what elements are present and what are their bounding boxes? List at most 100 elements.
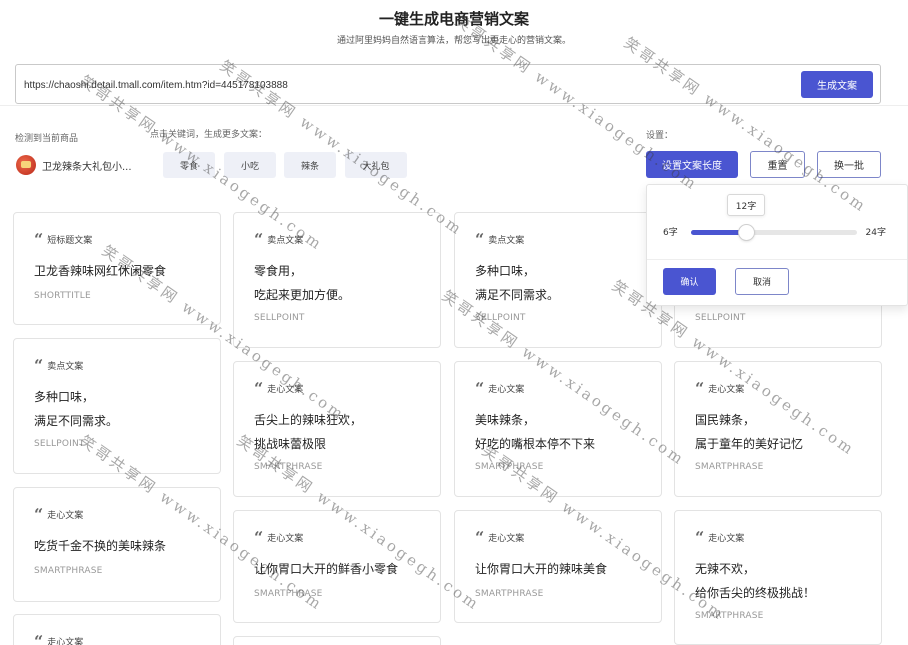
popover-divider	[647, 259, 907, 260]
card-type-tag: “ 走心文案	[475, 527, 525, 547]
card-type-label: 短标题文案	[47, 236, 93, 246]
card-code: SMARTPHRASE	[475, 462, 544, 472]
copy-card[interactable]: “ 走心文案 美味辣条， 好吃的嘴根本停不下来 SMARTPHRASE	[454, 361, 662, 497]
card-text: 让你胃口大开的辣味美食	[475, 562, 608, 576]
quote-icon: “	[475, 229, 484, 249]
card-code: SELLPOINT	[695, 313, 746, 323]
url-input[interactable]	[24, 77, 724, 93]
card-type-label: 走心文案	[488, 385, 525, 395]
card-type-label: 走心文案	[267, 385, 304, 395]
cancel-button[interactable]: 取消	[735, 268, 789, 295]
card-type-label: 走心文案	[47, 511, 84, 521]
url-bar: 生成文案	[15, 64, 881, 104]
card-code: SELLPOINT	[475, 313, 526, 323]
card-type-tag: “ 走心文案	[254, 378, 304, 398]
length-settings-popover: 12字 6字 24字 确认 取消	[646, 184, 908, 306]
reset-button[interactable]: 重置	[750, 151, 805, 178]
page-title: 一键生成电商营销文案	[378, 10, 529, 28]
quote-icon: “	[475, 527, 484, 547]
card-type-tag: “ 走心文案	[34, 504, 84, 524]
card-text: 舌尖上的辣味狂欢， 挑战味蕾极限	[254, 413, 363, 451]
card-type-tag: “ 走心文案	[34, 631, 84, 645]
keyword-tag-spicy-strips[interactable]: 辣条	[284, 152, 336, 178]
copy-card[interactable]: “ 走心文案 国民辣条， 属于童年的美好记忆 SMARTPHRASE	[674, 361, 882, 497]
card-text: 让你胃口大开的鲜香小零食	[254, 562, 399, 576]
card-type-tag: “ 走心文案	[695, 378, 745, 398]
card-text: 无辣不欢， 给你舌尖的终极挑战！	[695, 562, 816, 600]
copy-card[interactable]: “ 卖点文案 多种口味， 满足不同需求。 SELLPOINT	[454, 212, 662, 348]
slider-thumb[interactable]	[738, 224, 756, 241]
keyword-tag-gift-pack[interactable]: 大礼包	[345, 152, 407, 178]
card-text: 多种口味， 满足不同需求。	[475, 264, 560, 302]
card-code: SMARTPHRASE	[254, 462, 323, 472]
card-type-tag: “ 走心文案	[254, 527, 304, 547]
card-type-tag: “ 走心文案	[475, 378, 525, 398]
card-type-tag: “ 卖点文案	[475, 229, 525, 249]
card-text: 美味辣条， 好吃的嘴根本停不下来	[475, 413, 596, 451]
refresh-batch-button[interactable]: 换一批	[817, 151, 881, 178]
card-code: SHORTTITLE	[34, 291, 91, 301]
card-text: 吃货千金不换的美味辣条	[34, 539, 167, 553]
quote-icon: “	[695, 378, 704, 398]
header-divider	[0, 105, 908, 106]
product-thumbnail	[16, 155, 36, 175]
card-type-label: 走心文案	[267, 534, 304, 544]
card-text: 国民辣条， 属于童年的美好记忆	[695, 413, 804, 451]
card-code: SMARTPHRASE	[475, 589, 544, 599]
card-text: 卫龙香辣味网红休闲零食	[34, 264, 167, 278]
card-text: 零食用， 吃起来更加方便。	[254, 264, 351, 302]
card-code: SMARTPHRASE	[695, 462, 764, 472]
slider-value-tooltip: 12字	[727, 194, 765, 216]
copy-card[interactable]: “ 走心文案 舌尖上的辣味狂欢， 挑战味蕾极限 SMARTPHRASE	[233, 361, 441, 497]
page-subtitle: 通过阿里妈妈自然语言算法，帮您写出更走心的营销文案。	[336, 36, 571, 46]
quote-icon: “	[254, 378, 263, 398]
copy-card[interactable]: “ 走心文案	[13, 614, 221, 645]
settings-label: 设置：	[646, 131, 674, 141]
card-type-label: 卖点文案	[47, 362, 84, 372]
quote-icon: “	[254, 527, 263, 547]
copy-card[interactable]: “ 卖点文案 零食用， 吃起来更加方便。 SELLPOINT	[233, 212, 441, 348]
quote-icon: “	[34, 631, 43, 645]
generate-button[interactable]: 生成文案	[801, 71, 873, 98]
card-code: SELLPOINT	[34, 439, 85, 449]
card-code: SMARTPHRASE	[695, 611, 764, 621]
quote-icon: “	[254, 229, 263, 249]
quote-icon: “	[475, 378, 484, 398]
card-type-label: 走心文案	[708, 385, 745, 395]
quote-icon: “	[34, 504, 43, 524]
card-type-label: 走心文案	[708, 534, 745, 544]
confirm-button[interactable]: 确认	[663, 268, 716, 295]
slider-min-label: 6字	[663, 228, 678, 238]
set-length-button[interactable]: 设置文案长度	[646, 151, 738, 178]
keywords-label: 点击关键词，生成更多文案：	[150, 130, 268, 140]
copy-card[interactable]: “ 卖点文案 多种口味， 满足不同需求。 SELLPOINT	[13, 338, 221, 474]
card-text: 多种口味， 满足不同需求。	[34, 390, 119, 428]
copy-card[interactable]: “ 走心文案 让你胃口大开的鲜香小零食 SMARTPHRASE	[233, 510, 441, 623]
card-type-tag: “ 卖点文案	[254, 229, 304, 249]
copy-card[interactable]	[233, 636, 441, 645]
slider-max-label: 24字	[865, 228, 886, 238]
card-code: SMARTPHRASE	[34, 566, 103, 576]
quote-icon: “	[34, 355, 43, 375]
detected-product-label: 检测到当前商品	[15, 134, 79, 144]
copy-card[interactable]: “ 短标题文案 卫龙香辣味网红休闲零食 SHORTTITLE	[13, 212, 221, 325]
card-type-label: 卖点文案	[488, 236, 525, 246]
quote-icon: “	[34, 229, 43, 249]
card-type-tag: “ 短标题文案	[34, 229, 93, 249]
detected-product[interactable]: 卫龙辣条大礼包小...	[16, 155, 132, 175]
card-type-tag: “ 走心文案	[695, 527, 745, 547]
quote-icon: “	[695, 527, 704, 547]
copy-card[interactable]: “ 走心文案 吃货千金不换的美味辣条 SMARTPHRASE	[13, 487, 221, 602]
card-type-label: 卖点文案	[267, 236, 304, 246]
card-type-label: 走心文案	[47, 638, 84, 645]
copy-card[interactable]: “ 走心文案 无辣不欢， 给你舌尖的终极挑战！ SMARTPHRASE	[674, 510, 882, 645]
copy-card[interactable]: “ 走心文案 让你胃口大开的辣味美食 SMARTPHRASE	[454, 510, 662, 623]
keyword-tag-snack-food[interactable]: 小吃	[224, 152, 276, 178]
card-type-tag: “ 卖点文案	[34, 355, 84, 375]
keyword-tag-snacks[interactable]: 零食	[163, 152, 215, 178]
card-type-label: 走心文案	[488, 534, 525, 544]
product-name: 卫龙辣条大礼包小...	[42, 161, 132, 173]
length-slider[interactable]	[691, 224, 857, 241]
card-code: SMARTPHRASE	[254, 589, 323, 599]
card-code: SELLPOINT	[254, 313, 305, 323]
